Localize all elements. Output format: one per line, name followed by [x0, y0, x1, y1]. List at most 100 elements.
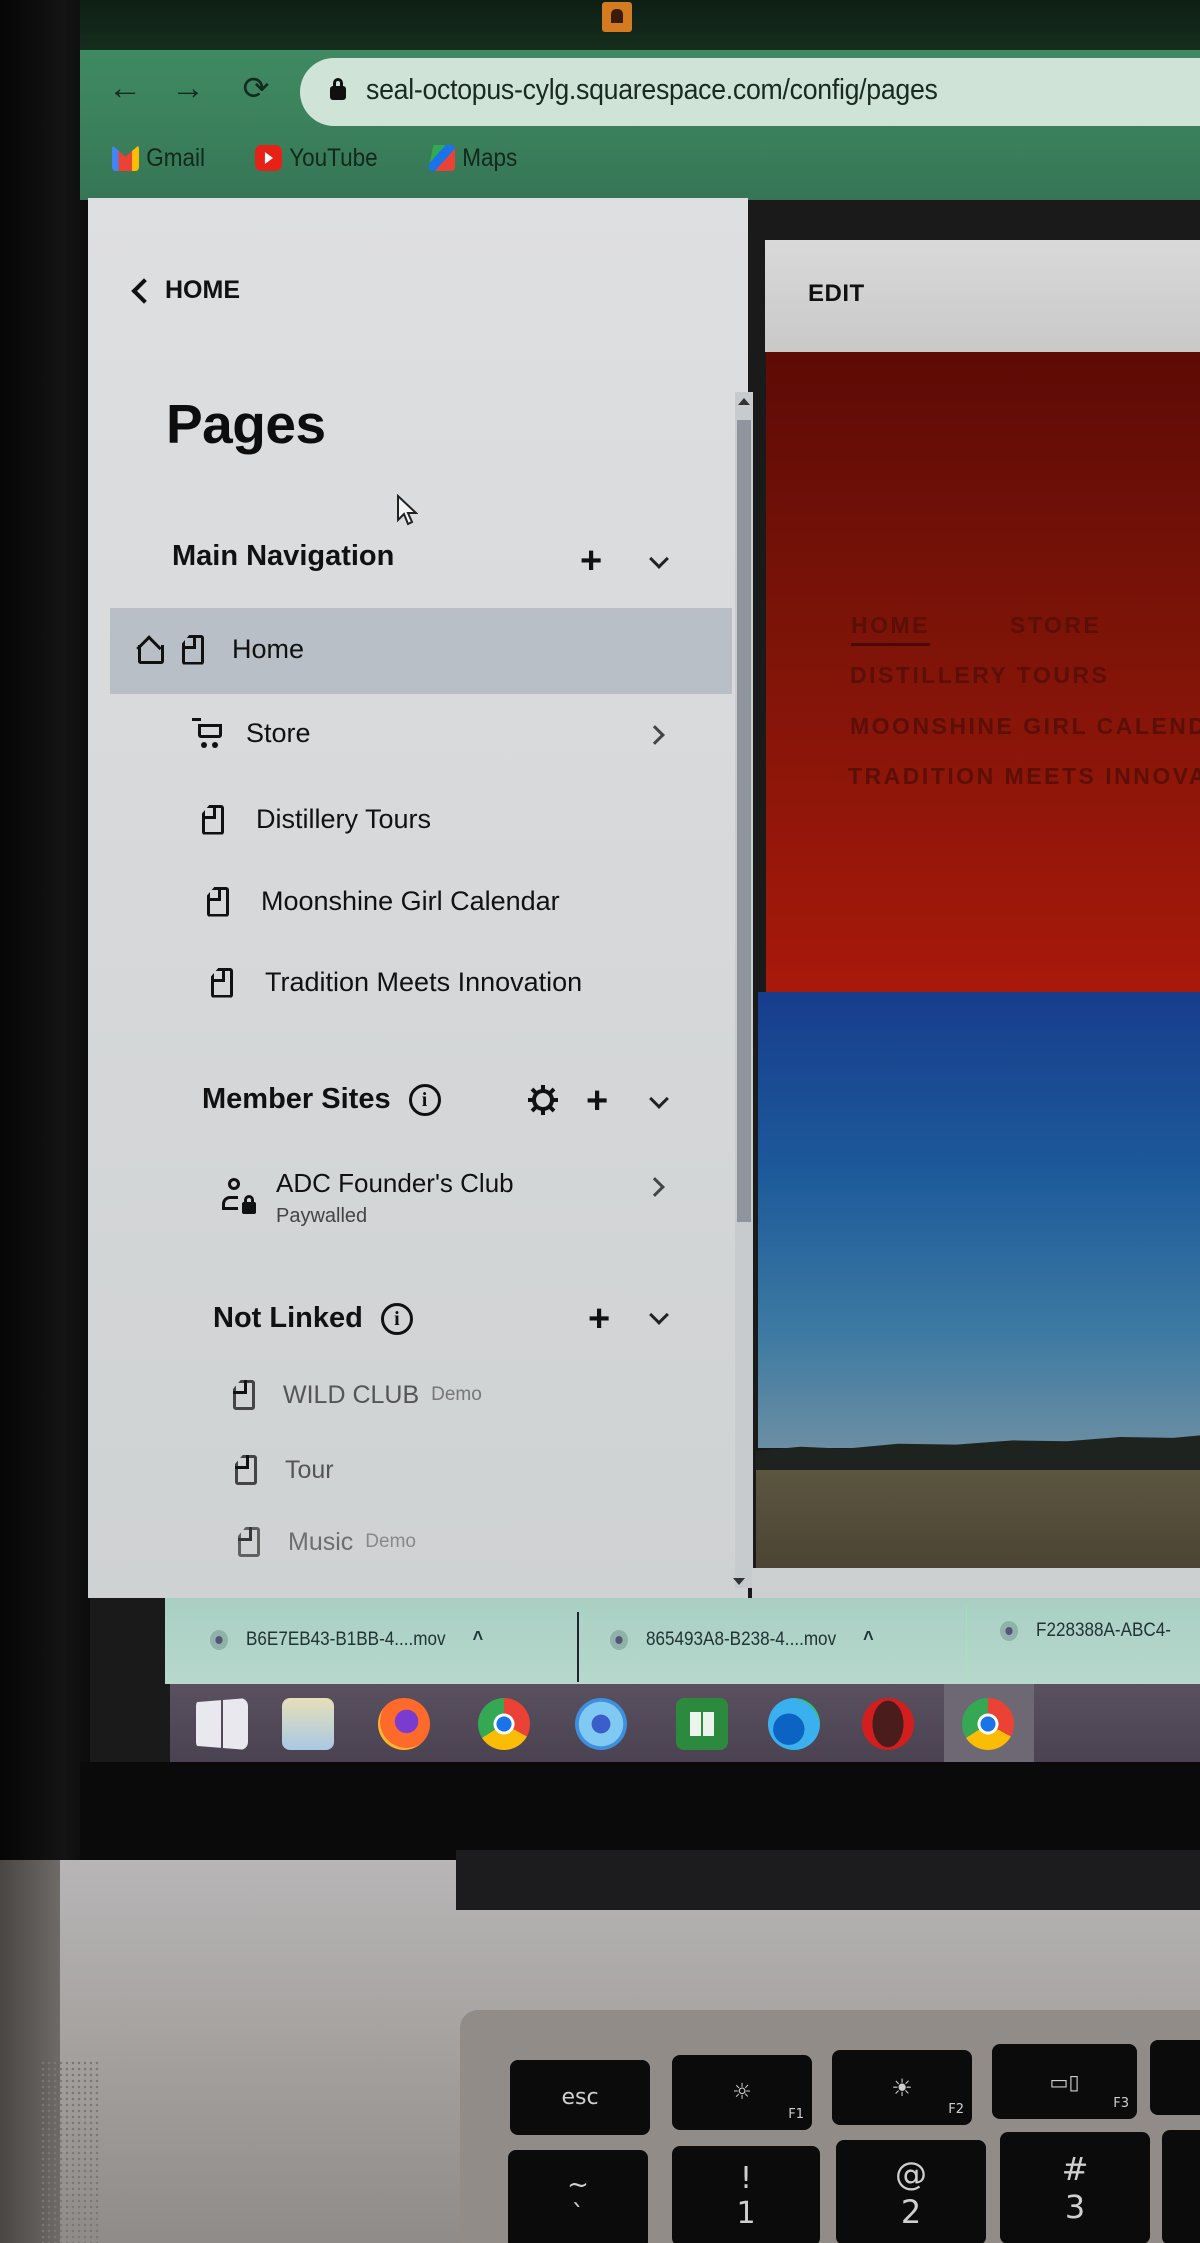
key-f3[interactable]: ▭▯ F3 [992, 2044, 1137, 2119]
download-options-caret[interactable]: ^ [473, 1628, 484, 1651]
key-esc[interactable]: esc [510, 2060, 650, 2135]
mouse-cursor-icon [397, 494, 418, 526]
add-member-site-button[interactable]: + [586, 1082, 608, 1120]
download-filename: 865493A8-B238-4....mov [646, 1628, 837, 1650]
site-nav-store[interactable]: STORE [1010, 612, 1101, 639]
key-bottom-label: 1 [736, 2196, 756, 2231]
file-explorer-icon[interactable] [282, 1698, 334, 1750]
key-f4[interactable] [1150, 2040, 1200, 2115]
info-icon[interactable]: i [380, 1302, 413, 1335]
gear-icon[interactable] [527, 1084, 559, 1116]
key-label: esc [561, 2085, 599, 2110]
download-options-caret[interactable]: ^ [863, 1628, 874, 1651]
tab-favicon-icon[interactable] [602, 2, 632, 32]
chrome-icon[interactable] [478, 1698, 530, 1750]
section-member-sites: Member Sites i [202, 1083, 441, 1116]
nav-item-label: Home [232, 634, 305, 664]
key-top-label: ! [739, 2161, 753, 2196]
brightness-down-icon: ☼ [732, 2080, 752, 2105]
key-top-label: @ [895, 2154, 927, 2193]
microsoft-store-icon[interactable] [676, 1698, 728, 1750]
site-nav-tradition-meets-innovation[interactable]: TRADITION MEETS INNOVATION [848, 763, 1200, 790]
demo-badge: Demo [431, 1384, 482, 1405]
download-item[interactable]: 865493A8-B238-4....mov ^ [610, 1628, 874, 1651]
page-icon [235, 1455, 257, 1485]
hero-image-field [756, 1470, 1200, 1568]
key-3[interactable]: # 3 [1000, 2132, 1150, 2243]
bookmark-youtube[interactable]: YouTube [255, 142, 378, 174]
info-icon[interactable]: i [408, 1083, 441, 1116]
download-file-icon [610, 1629, 628, 1650]
add-unlinked-page-button[interactable]: + [588, 1300, 610, 1338]
page-icon [202, 804, 224, 835]
key-2[interactable]: @ 2 [836, 2140, 986, 2243]
cart-icon [192, 716, 226, 750]
speaker-grille [40, 2060, 100, 2243]
back-arrow-icon[interactable]: ← [105, 68, 145, 108]
nav-item-home[interactable]: Home [136, 634, 304, 665]
nav-item-moonshine-girl-calendar[interactable]: Moonshine Girl Calendar [207, 886, 560, 917]
page-icon [238, 1527, 260, 1557]
site-nav-home[interactable]: HOME [851, 612, 930, 646]
not-linked-item-tour[interactable]: Tour [235, 1455, 334, 1485]
page-icon [182, 634, 204, 665]
reload-icon[interactable]: ⟳ [236, 68, 276, 108]
scrollbar-thumb[interactable] [737, 420, 751, 1222]
mission-control-icon: ▭▯ [1049, 2069, 1080, 2094]
nav-item-store[interactable]: Store [192, 716, 311, 750]
bookmark-label: YouTube [289, 143, 378, 172]
key-tilde[interactable]: ~ ` [508, 2150, 648, 2243]
homepage-icon [136, 638, 164, 664]
not-linked-item-wild-club[interactable]: WILD CLUB Demo [233, 1380, 482, 1410]
edit-button[interactable]: EDIT [808, 280, 865, 308]
back-to-home-link[interactable]: HOME [131, 276, 240, 305]
key-1[interactable]: ! 1 [672, 2146, 820, 2243]
key-f2[interactable]: ☀ F2 [832, 2050, 972, 2125]
laptop-hinge [456, 1850, 1200, 1910]
bookmark-gmail[interactable]: Gmail [112, 142, 205, 174]
not-linked-item-music[interactable]: Music Demo [238, 1527, 416, 1557]
cortana-icon[interactable] [575, 1698, 627, 1750]
nav-item-label: WILD CLUB [283, 1380, 420, 1409]
download-file-icon [1000, 1621, 1018, 1641]
forward-arrow-icon[interactable]: → [168, 68, 208, 108]
maps-icon [428, 145, 455, 171]
scroll-up-arrow-icon[interactable] [738, 398, 750, 405]
member-lock-icon [222, 1178, 258, 1218]
download-item[interactable]: F228388A-ABC4- [1000, 1620, 1171, 1642]
chrome-active-icon[interactable] [962, 1698, 1014, 1750]
edge-icon[interactable] [768, 1698, 820, 1750]
gmail-icon [112, 145, 139, 171]
chevron-left-icon [131, 277, 157, 304]
download-separator [966, 1606, 967, 1676]
url-text[interactable]: seal-octopus-cylg.squarespace.com/config… [366, 74, 938, 107]
nav-item-label: Music [288, 1527, 354, 1556]
bookmark-maps[interactable]: Maps [428, 142, 517, 174]
scroll-down-arrow-icon[interactable] [733, 1578, 745, 1585]
screen-bezel-left [0, 0, 90, 1860]
site-nav-moonshine-girl-calendar[interactable]: MOONSHINE GIRL CALENDAR [850, 713, 1200, 740]
demo-badge: Demo [365, 1531, 416, 1552]
nav-item-label: Moonshine Girl Calendar [261, 886, 560, 916]
firefox-icon[interactable] [378, 1698, 430, 1750]
download-separator [577, 1612, 579, 1682]
member-site-label: ADC Founder's Club [276, 1168, 514, 1198]
opera-icon[interactable] [862, 1698, 914, 1750]
windows-start-icon[interactable] [196, 1698, 248, 1750]
download-item[interactable]: B6E7EB43-B1BB-4....mov ^ [210, 1628, 483, 1651]
hero-image-sky [758, 992, 1200, 1448]
nav-item-tradition-meets-innovation[interactable]: Tradition Meets Innovation [211, 967, 582, 998]
nav-item-distillery-tours[interactable]: Distillery Tours [202, 804, 431, 835]
site-nav-distillery-tours[interactable]: DISTILLERY TOURS [850, 662, 1109, 689]
page-icon [233, 1380, 255, 1410]
member-site-item[interactable]: ADC Founder's Club Paywalled [222, 1168, 514, 1228]
page-icon [207, 886, 229, 917]
key-fn-label: F2 [948, 2102, 964, 2117]
key-4[interactable] [1162, 2130, 1200, 2243]
nav-item-label: Distillery Tours [256, 804, 432, 834]
lock-icon[interactable] [330, 78, 346, 100]
key-f1[interactable]: ☼ F1 [672, 2055, 812, 2130]
key-top-label: ~ [567, 2170, 589, 2200]
nav-item-label: Tradition Meets Innovation [265, 967, 583, 997]
add-page-button[interactable]: + [580, 542, 602, 580]
